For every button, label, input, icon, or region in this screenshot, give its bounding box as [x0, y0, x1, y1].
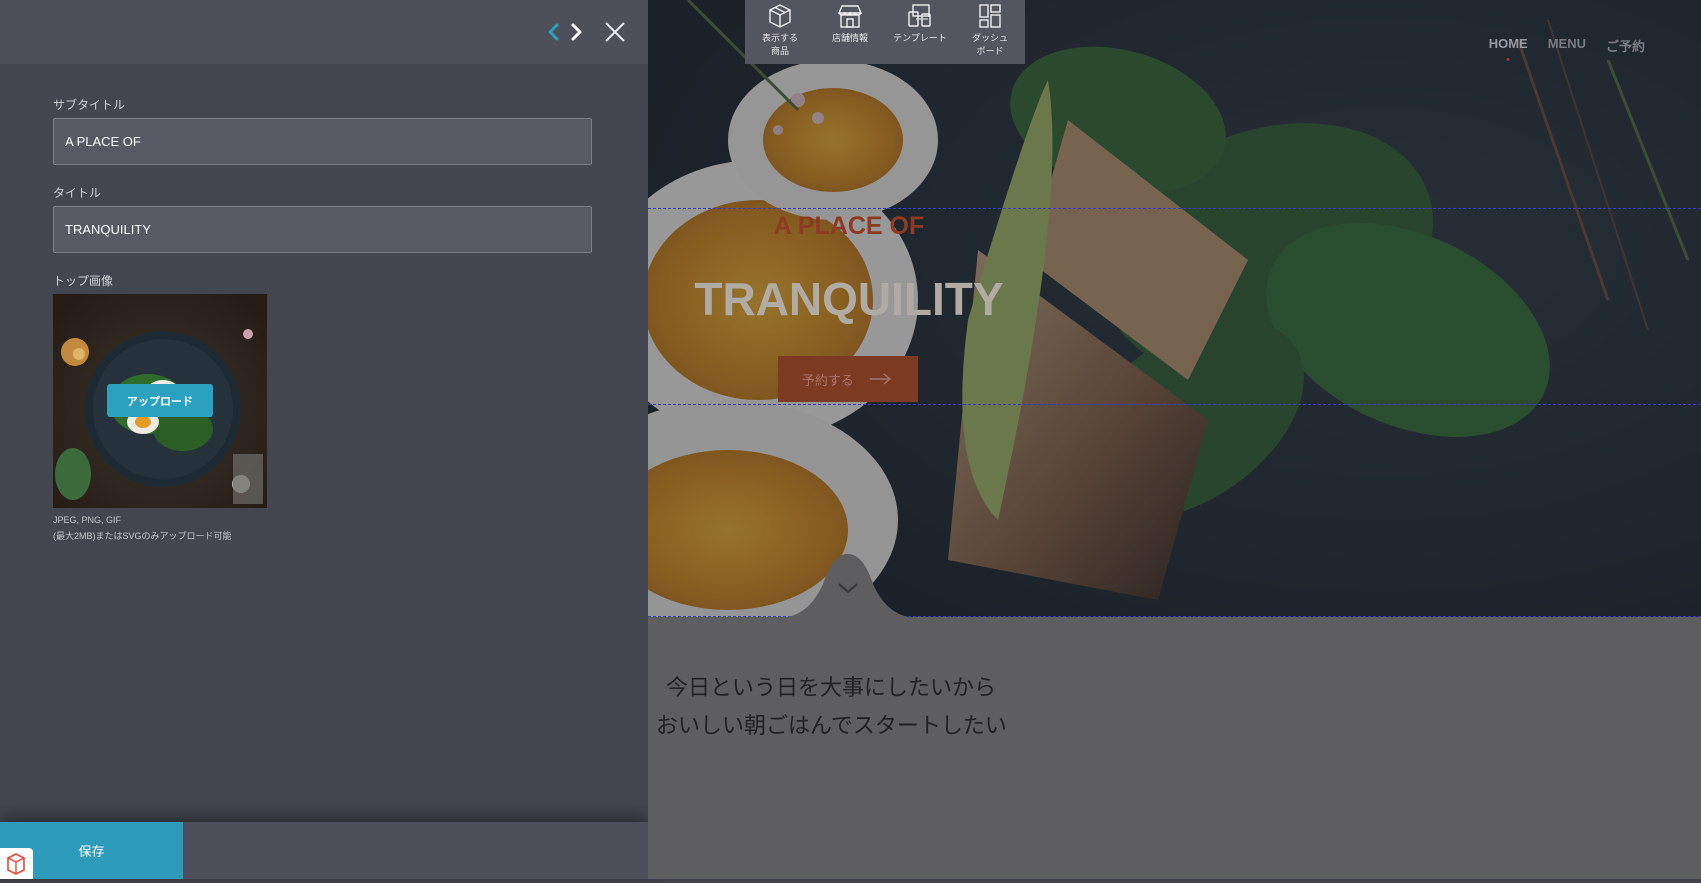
- title-label: タイトル: [53, 186, 102, 200]
- toolbar-item-label: テンプレート: [893, 34, 947, 44]
- cube-logo-icon: [7, 853, 25, 875]
- site-preview: A PLACE OF TRANQUILITY 予約する HOME MENU ご予…: [648, 0, 1701, 879]
- nav-item-home[interactable]: HOME: [1489, 36, 1528, 55]
- next-button[interactable]: [562, 18, 590, 46]
- file-types-hint: JPEG, PNG, GIF: [53, 515, 122, 525]
- dashboard-icon: [979, 4, 1001, 28]
- store-icon: [837, 5, 863, 28]
- hero-title: TRANQUILITY: [694, 273, 1004, 325]
- reserve-button[interactable]: 予約する: [778, 356, 918, 402]
- close-button[interactable]: [601, 18, 629, 46]
- section-guide-line: [648, 208, 1701, 209]
- toolbar-item-label: 店舗情報: [831, 34, 868, 44]
- toolbar-item-label: ダッシュ ボード: [971, 34, 1008, 57]
- toolbar-item-store-info[interactable]: 店舗情報: [815, 0, 885, 64]
- editor-panel: サブタイトル タイトル トップ画像: [0, 0, 648, 879]
- toolbar-item-dashboard[interactable]: ダッシュ ボード: [955, 0, 1025, 64]
- toolbar-item-label: 表示する 商品: [761, 34, 798, 57]
- intro-line-2: おいしい朝ごはんでスタートしたい: [656, 714, 1007, 739]
- intro-line-1: 今日という日を大事にしたいから: [666, 676, 997, 701]
- nav-item-menu[interactable]: MENU: [1548, 36, 1586, 55]
- file-size-hint: (最大2MB)またはSVGのみアップロード可能: [53, 531, 232, 541]
- upload-button[interactable]: アップロード: [107, 384, 213, 417]
- hero-section[interactable]: A PLACE OF TRANQUILITY 予約する HOME MENU ご予…: [648, 0, 1701, 617]
- hero-subtitle: A PLACE OF: [773, 212, 925, 240]
- title-input[interactable]: [53, 206, 592, 253]
- reserve-button-label: 予約する: [801, 373, 854, 389]
- chevron-right-icon: [571, 23, 582, 41]
- subtitle-input[interactable]: [53, 118, 592, 165]
- close-icon: [605, 22, 625, 42]
- editor-header: [0, 0, 648, 64]
- toolbar-item-template[interactable]: テンプレート: [885, 0, 955, 64]
- app-logo: [0, 848, 33, 879]
- editor-footer: 保存: [0, 822, 648, 879]
- nav-item-reservation[interactable]: ご予約: [1606, 36, 1645, 55]
- section-guide-line: [648, 404, 1701, 405]
- intro-message: 今日という日を大事にしたいから おいしい朝ごはんでスタートしたい: [656, 670, 1007, 746]
- editor-toolbar: 表示する 商品 店舗情報 テンプレート ダッシュ ボード: [745, 0, 1025, 64]
- subtitle-label: サブタイトル: [53, 98, 126, 112]
- toolbar-item-products[interactable]: 表示する 商品: [745, 0, 815, 64]
- top-image-thumbnail: アップロード: [53, 294, 267, 508]
- arrow-right-icon: [870, 373, 892, 385]
- devices-icon: [908, 4, 931, 27]
- box-icon: [769, 4, 791, 28]
- site-nav: HOME MENU ご予約: [1489, 36, 1645, 55]
- scroll-down-tab[interactable]: [778, 554, 918, 617]
- top-image-label: トップ画像: [53, 274, 114, 288]
